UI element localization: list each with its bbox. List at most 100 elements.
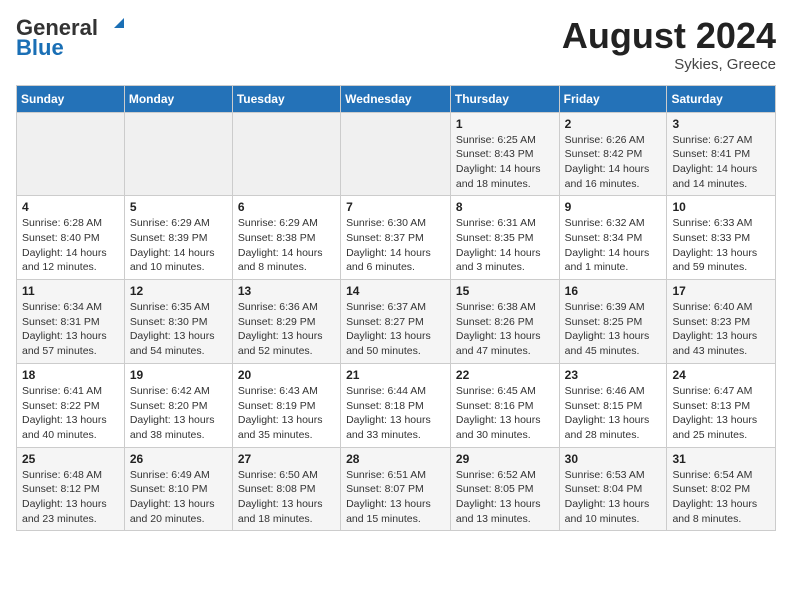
day-number: 25 — [22, 452, 119, 466]
cell-info: Sunrise: 6:35 AM Sunset: 8:30 PM Dayligh… — [130, 300, 227, 359]
day-number: 23 — [565, 368, 662, 382]
day-number: 1 — [456, 117, 554, 131]
calendar-cell: 26 Sunrise: 6:49 AM Sunset: 8:10 PM Dayli… — [124, 447, 232, 531]
cell-info: Sunrise: 6:37 AM Sunset: 8:27 PM Dayligh… — [346, 300, 445, 359]
day-number: 11 — [22, 284, 119, 298]
calendar-week-row: 18 Sunrise: 6:41 AM Sunset: 8:22 PM Dayli… — [17, 363, 776, 447]
calendar-cell: 19Sunrise: 6:42 AM Sunset: 8:20 PM Dayli… — [124, 363, 232, 447]
page-header: General Blue August 2024 Sykies, Greece — [16, 16, 776, 73]
day-number: 13 — [238, 284, 335, 298]
calendar-cell: 24 Sunrise: 6:47 AM Sunset: 8:13 PM Dayli… — [667, 363, 776, 447]
day-number: 21 — [346, 368, 445, 382]
cell-info: Sunrise: 6:50 AM Sunset: 8:08 PM Dayligh… — [238, 468, 335, 527]
day-number: 22 — [456, 368, 554, 382]
cell-info: Sunrise: 6:34 AM Sunset: 8:31 PM Dayligh… — [22, 300, 119, 359]
day-number: 4 — [22, 200, 119, 214]
calendar-cell: 22 Sunrise: 6:45 AM Sunset: 8:16 PM Dayli… — [450, 363, 559, 447]
cell-info: Sunrise: 6:27 AM Sunset: 8:41 PM Dayligh… — [672, 133, 770, 192]
day-number: 27 — [238, 452, 335, 466]
cell-info: Sunrise: 6:29 AM Sunset: 8:38 PM Dayligh… — [238, 216, 335, 275]
cell-info: Sunrise: 6:33 AM Sunset: 8:33 PM Dayligh… — [672, 216, 770, 275]
calendar-cell: 30Sunrise: 6:53 AM Sunset: 8:04 PM Dayli… — [559, 447, 667, 531]
cell-info: Sunrise: 6:53 AM Sunset: 8:04 PM Dayligh… — [565, 468, 662, 527]
calendar-cell: 10 Sunrise: 6:33 AM Sunset: 8:33 PM Dayli… — [667, 196, 776, 280]
calendar-cell: 27 Sunrise: 6:50 AM Sunset: 8:08 PM Dayli… — [232, 447, 340, 531]
calendar-cell: 18 Sunrise: 6:41 AM Sunset: 8:22 PM Dayli… — [17, 363, 125, 447]
cell-info: Sunrise: 6:25 AM Sunset: 8:43 PM Dayligh… — [456, 133, 554, 192]
calendar-cell: 6 Sunrise: 6:29 AM Sunset: 8:38 PM Daylig… — [232, 196, 340, 280]
logo: General Blue — [16, 16, 124, 60]
header-tuesday: Tuesday — [232, 85, 340, 112]
cell-info: Sunrise: 6:45 AM Sunset: 8:16 PM Dayligh… — [456, 384, 554, 443]
calendar-cell: 12 Sunrise: 6:35 AM Sunset: 8:30 PM Dayli… — [124, 280, 232, 364]
day-number: 6 — [238, 200, 335, 214]
day-number: 10 — [672, 200, 770, 214]
calendar-cell: 23 Sunrise: 6:46 AM Sunset: 8:15 PM Dayli… — [559, 363, 667, 447]
calendar-cell: 9Sunrise: 6:32 AM Sunset: 8:34 PM Daylig… — [559, 196, 667, 280]
calendar-cell: 17 Sunrise: 6:40 AM Sunset: 8:23 PM Dayli… — [667, 280, 776, 364]
cell-info: Sunrise: 6:38 AM Sunset: 8:26 PM Dayligh… — [456, 300, 554, 359]
day-number: 17 — [672, 284, 770, 298]
cell-info: Sunrise: 6:39 AM Sunset: 8:25 PM Dayligh… — [565, 300, 662, 359]
calendar-cell: 20 Sunrise: 6:43 AM Sunset: 8:19 PM Dayli… — [232, 363, 340, 447]
weekday-header-row: Sunday Monday Tuesday Wednesday Thursday… — [17, 85, 776, 112]
day-number: 5 — [130, 200, 227, 214]
calendar-cell: 31Sunrise: 6:54 AM Sunset: 8:02 PM Dayli… — [667, 447, 776, 531]
calendar-week-row: 25 Sunrise: 6:48 AM Sunset: 8:12 PM Dayli… — [17, 447, 776, 531]
cell-info: Sunrise: 6:30 AM Sunset: 8:37 PM Dayligh… — [346, 216, 445, 275]
day-number: 29 — [456, 452, 554, 466]
calendar-cell — [124, 112, 232, 196]
cell-info: Sunrise: 6:52 AM Sunset: 8:05 PM Dayligh… — [456, 468, 554, 527]
calendar-cell: 7 Sunrise: 6:30 AM Sunset: 8:37 PM Daylig… — [341, 196, 451, 280]
calendar-cell: 3 Sunrise: 6:27 AM Sunset: 8:41 PM Daylig… — [667, 112, 776, 196]
calendar-cell: 1 Sunrise: 6:25 AM Sunset: 8:43 PM Daylig… — [450, 112, 559, 196]
day-number: 24 — [672, 368, 770, 382]
calendar-cell: 11 Sunrise: 6:34 AM Sunset: 8:31 PM Dayli… — [17, 280, 125, 364]
header-saturday: Saturday — [667, 85, 776, 112]
cell-info: Sunrise: 6:51 AM Sunset: 8:07 PM Dayligh… — [346, 468, 445, 527]
header-thursday: Thursday — [450, 85, 559, 112]
title-section: August 2024 Sykies, Greece — [562, 16, 776, 73]
calendar-cell: 14 Sunrise: 6:37 AM Sunset: 8:27 PM Dayli… — [341, 280, 451, 364]
day-number: 8 — [456, 200, 554, 214]
cell-info: Sunrise: 6:31 AM Sunset: 8:35 PM Dayligh… — [456, 216, 554, 275]
day-number: 20 — [238, 368, 335, 382]
day-number: 14 — [346, 284, 445, 298]
calendar-cell: 5 Sunrise: 6:29 AM Sunset: 8:39 PM Daylig… — [124, 196, 232, 280]
calendar-week-row: 1 Sunrise: 6:25 AM Sunset: 8:43 PM Daylig… — [17, 112, 776, 196]
header-sunday: Sunday — [17, 85, 125, 112]
calendar-cell: 21Sunrise: 6:44 AM Sunset: 8:18 PM Dayli… — [341, 363, 451, 447]
calendar-cell: 25 Sunrise: 6:48 AM Sunset: 8:12 PM Dayli… — [17, 447, 125, 531]
cell-info: Sunrise: 6:29 AM Sunset: 8:39 PM Dayligh… — [130, 216, 227, 275]
header-wednesday: Wednesday — [341, 85, 451, 112]
cell-info: Sunrise: 6:48 AM Sunset: 8:12 PM Dayligh… — [22, 468, 119, 527]
calendar-cell: 16Sunrise: 6:39 AM Sunset: 8:25 PM Dayli… — [559, 280, 667, 364]
cell-info: Sunrise: 6:42 AM Sunset: 8:20 PM Dayligh… — [130, 384, 227, 443]
cell-info: Sunrise: 6:49 AM Sunset: 8:10 PM Dayligh… — [130, 468, 227, 527]
header-monday: Monday — [124, 85, 232, 112]
month-year-title: August 2024 — [562, 16, 776, 56]
day-number: 7 — [346, 200, 445, 214]
header-friday: Friday — [559, 85, 667, 112]
cell-info: Sunrise: 6:46 AM Sunset: 8:15 PM Dayligh… — [565, 384, 662, 443]
day-number: 18 — [22, 368, 119, 382]
cell-info: Sunrise: 6:43 AM Sunset: 8:19 PM Dayligh… — [238, 384, 335, 443]
cell-info: Sunrise: 6:41 AM Sunset: 8:22 PM Dayligh… — [22, 384, 119, 443]
calendar-cell: 2Sunrise: 6:26 AM Sunset: 8:42 PM Daylig… — [559, 112, 667, 196]
cell-info: Sunrise: 6:54 AM Sunset: 8:02 PM Dayligh… — [672, 468, 770, 527]
day-number: 12 — [130, 284, 227, 298]
cell-info: Sunrise: 6:36 AM Sunset: 8:29 PM Dayligh… — [238, 300, 335, 359]
calendar-cell: 28Sunrise: 6:51 AM Sunset: 8:07 PM Dayli… — [341, 447, 451, 531]
day-number: 26 — [130, 452, 227, 466]
day-number: 15 — [456, 284, 554, 298]
calendar-week-row: 11 Sunrise: 6:34 AM Sunset: 8:31 PM Dayli… — [17, 280, 776, 364]
calendar-cell: 4Sunrise: 6:28 AM Sunset: 8:40 PM Daylig… — [17, 196, 125, 280]
logo-blue-text: Blue — [16, 35, 64, 60]
cell-info: Sunrise: 6:47 AM Sunset: 8:13 PM Dayligh… — [672, 384, 770, 443]
logo-icon — [100, 16, 124, 40]
calendar-week-row: 4Sunrise: 6:28 AM Sunset: 8:40 PM Daylig… — [17, 196, 776, 280]
calendar-cell: 8 Sunrise: 6:31 AM Sunset: 8:35 PM Daylig… — [450, 196, 559, 280]
calendar-cell — [341, 112, 451, 196]
cell-info: Sunrise: 6:40 AM Sunset: 8:23 PM Dayligh… — [672, 300, 770, 359]
day-number: 3 — [672, 117, 770, 131]
